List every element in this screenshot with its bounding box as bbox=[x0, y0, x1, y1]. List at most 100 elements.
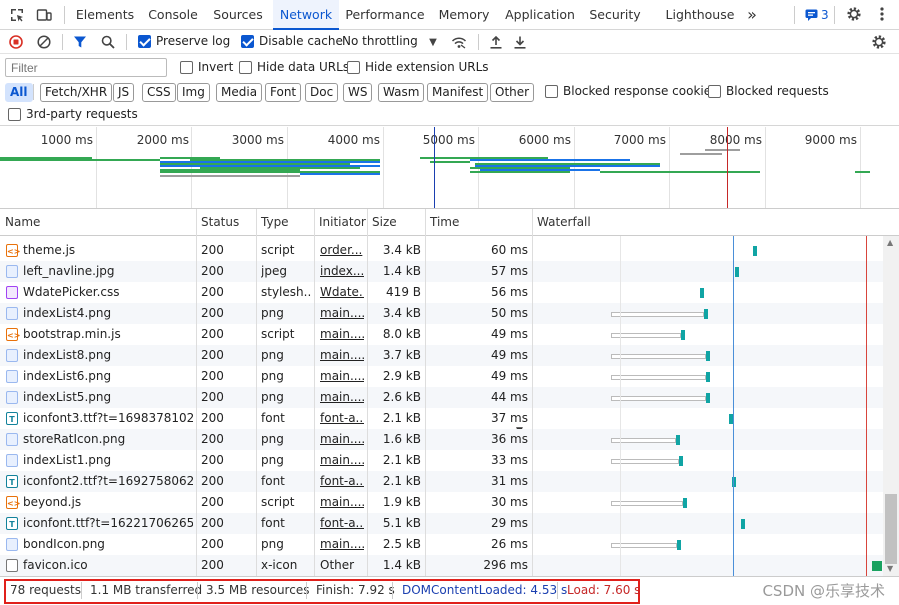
column-type-header[interactable]: Type bbox=[256, 209, 314, 236]
type-filter-media[interactable]: Media bbox=[216, 83, 263, 102]
more-options-icon[interactable] bbox=[873, 5, 891, 23]
request-initiator[interactable]: main.... bbox=[320, 345, 364, 366]
filter-icon[interactable] bbox=[71, 33, 89, 51]
table-row[interactable]: left_navline.jpg 200 jpeg index.... 1.4 kB 57… bbox=[0, 261, 883, 282]
column-waterfall-header[interactable]: Waterfall bbox=[532, 209, 883, 236]
request-type: font bbox=[261, 516, 285, 530]
type-filter-ws[interactable]: WS bbox=[343, 83, 373, 102]
tab-security[interactable]: Security bbox=[586, 0, 644, 30]
waterfall-download-bar bbox=[706, 393, 710, 403]
type-filter-fetch-xhr[interactable]: Fetch/XHR bbox=[40, 83, 113, 102]
request-initiator[interactable]: main.... bbox=[320, 366, 364, 387]
blocked-requests-checkbox[interactable] bbox=[708, 85, 721, 98]
issues-button[interactable]: 3 bbox=[805, 8, 829, 22]
request-initiator[interactable]: Wdate... bbox=[320, 282, 364, 303]
request-initiator[interactable]: main.... bbox=[320, 303, 364, 324]
table-row[interactable]: indexList6.png 200 png main.... 2.9 kB 49 ms bbox=[0, 366, 883, 387]
table-scrollbar[interactable]: ▲ ▼ bbox=[883, 236, 899, 576]
type-filter-img[interactable]: Img bbox=[177, 83, 210, 102]
type-filter-doc[interactable]: Doc bbox=[305, 83, 339, 102]
tab-application[interactable]: Application bbox=[502, 0, 578, 30]
type-filter-manifest[interactable]: Manifest bbox=[427, 83, 489, 102]
table-row[interactable]: favicon.ico 200 x-icon Other 1.4 kB 296 ms bbox=[0, 555, 883, 576]
device-toolbar-icon[interactable] bbox=[35, 6, 53, 24]
type-filter-wasm[interactable]: Wasm bbox=[378, 83, 425, 102]
table-row[interactable]: bondIcon.png 200 png main.... 2.5 kB 26 ms bbox=[0, 534, 883, 555]
table-row[interactable]: indexList1.png 200 png main.... 2.1 kB 33 ms bbox=[0, 450, 883, 471]
table-row[interactable]: <> bootstrap.min.js 200 script main.... 8.0 k… bbox=[0, 324, 883, 345]
request-initiator[interactable]: main.... bbox=[320, 492, 364, 513]
request-type: png bbox=[261, 390, 284, 404]
network-settings-gear-icon[interactable] bbox=[870, 33, 888, 51]
tab-console[interactable]: Console bbox=[143, 0, 203, 30]
type-filter-other[interactable]: Other bbox=[490, 83, 535, 102]
type-filter-css[interactable]: CSS bbox=[142, 83, 176, 102]
table-row[interactable]: <> theme.js 200 script order... 3.4 kB 60 ms bbox=[0, 240, 883, 261]
request-type: png bbox=[261, 369, 284, 383]
table-row[interactable]: indexList8.png 200 png main.... 3.7 kB 49 ms bbox=[0, 345, 883, 366]
request-initiator[interactable]: Other bbox=[320, 555, 364, 576]
table-row[interactable]: WdatePicker.css 200 stylesh... Wdate... 419 … bbox=[0, 282, 883, 303]
disable-cache-checkbox[interactable] bbox=[241, 35, 254, 48]
clear-icon[interactable] bbox=[35, 33, 53, 51]
filter-input[interactable] bbox=[5, 58, 167, 77]
request-type: script bbox=[261, 243, 295, 257]
table-row[interactable]: Ticonfont3.ttf?t=1698378102944 200 font fon… bbox=[0, 408, 883, 429]
scroll-down-icon[interactable]: ▼ bbox=[887, 564, 893, 573]
column-time-header[interactable]: Time bbox=[425, 209, 532, 236]
type-filter-all[interactable]: All bbox=[5, 83, 33, 102]
summary-load: Load: 7.60 s bbox=[567, 583, 641, 597]
blocked-response-cookies-checkbox[interactable] bbox=[545, 85, 558, 98]
hide-extension-urls-checkbox[interactable] bbox=[347, 61, 360, 74]
overview-tick-label: 6000 ms bbox=[518, 133, 571, 147]
waterfall-download-bar bbox=[676, 435, 680, 445]
search-icon[interactable] bbox=[99, 33, 117, 51]
request-initiator[interactable]: main.... bbox=[320, 534, 364, 555]
request-initiator[interactable]: font-a... bbox=[320, 513, 364, 534]
throttling-select[interactable]: No throttling bbox=[342, 34, 418, 48]
invert-label: Invert bbox=[198, 60, 234, 74]
table-row[interactable]: Ticonfont.ttf?t=1622170626584 200 font font… bbox=[0, 513, 883, 534]
scroll-up-icon[interactable]: ▲ bbox=[887, 238, 893, 247]
network-overview-timeline[interactable]: 1000 ms 2000 ms 3000 ms 4000 ms 5000 ms … bbox=[0, 127, 899, 209]
table-row[interactable]: Ticonfont2.ttf?t=1692758062828 200 font fon… bbox=[0, 471, 883, 492]
tab-lighthouse[interactable]: Lighthouse bbox=[662, 0, 738, 30]
third-party-requests-checkbox[interactable] bbox=[8, 108, 21, 121]
hide-data-urls-checkbox[interactable] bbox=[239, 61, 252, 74]
column-status-header[interactable]: Status bbox=[196, 209, 256, 236]
type-filter-js[interactable]: JS bbox=[113, 83, 135, 102]
table-row[interactable]: indexList5.png 200 png main.... 2.6 kB 44 ms bbox=[0, 387, 883, 408]
scrollbar-thumb[interactable] bbox=[885, 494, 897, 564]
request-initiator[interactable]: main.... bbox=[320, 429, 364, 450]
tab-memory[interactable]: Memory bbox=[433, 0, 495, 30]
request-initiator[interactable]: main.... bbox=[320, 324, 364, 345]
chevron-down-icon[interactable]: ▼ bbox=[424, 33, 442, 51]
tab-network[interactable]: Network bbox=[273, 0, 339, 30]
request-initiator[interactable]: order... bbox=[320, 240, 364, 261]
request-size: 2.1 kB bbox=[382, 474, 421, 488]
inspect-element-icon[interactable] bbox=[8, 6, 26, 24]
preserve-log-checkbox[interactable] bbox=[138, 35, 151, 48]
tab-sources[interactable]: Sources bbox=[208, 0, 268, 30]
column-initiator-header[interactable]: Initiator bbox=[314, 209, 367, 236]
tab-performance[interactable]: Performance bbox=[344, 0, 426, 30]
stop-recording-icon[interactable] bbox=[7, 33, 25, 51]
table-row[interactable]: <> beyond.js 200 script main.... 1.9 kB 30 ms bbox=[0, 492, 883, 513]
table-row[interactable]: storeRatIcon.png 200 png main.... 1.6 kB 36 m… bbox=[0, 429, 883, 450]
tab-elements[interactable]: Elements bbox=[72, 0, 138, 30]
table-row[interactable]: indexList4.png 200 png main.... 3.4 kB 50 ms bbox=[0, 303, 883, 324]
more-tabs-button[interactable]: » bbox=[740, 0, 764, 30]
request-initiator[interactable]: main.... bbox=[320, 387, 364, 408]
request-initiator[interactable]: font-a... bbox=[320, 408, 364, 429]
request-initiator[interactable]: main.... bbox=[320, 450, 364, 471]
invert-checkbox[interactable] bbox=[180, 61, 193, 74]
settings-gear-icon[interactable] bbox=[845, 5, 863, 23]
column-name-header[interactable]: Name bbox=[0, 209, 196, 236]
import-har-icon[interactable] bbox=[487, 33, 505, 51]
export-har-icon[interactable] bbox=[511, 33, 529, 51]
request-initiator[interactable]: index.... bbox=[320, 261, 364, 282]
type-filter-font[interactable]: Font bbox=[265, 83, 302, 102]
network-conditions-icon[interactable] bbox=[450, 33, 468, 51]
column-size-header[interactable]: Size bbox=[367, 209, 425, 236]
request-initiator[interactable]: font-a... bbox=[320, 471, 364, 492]
